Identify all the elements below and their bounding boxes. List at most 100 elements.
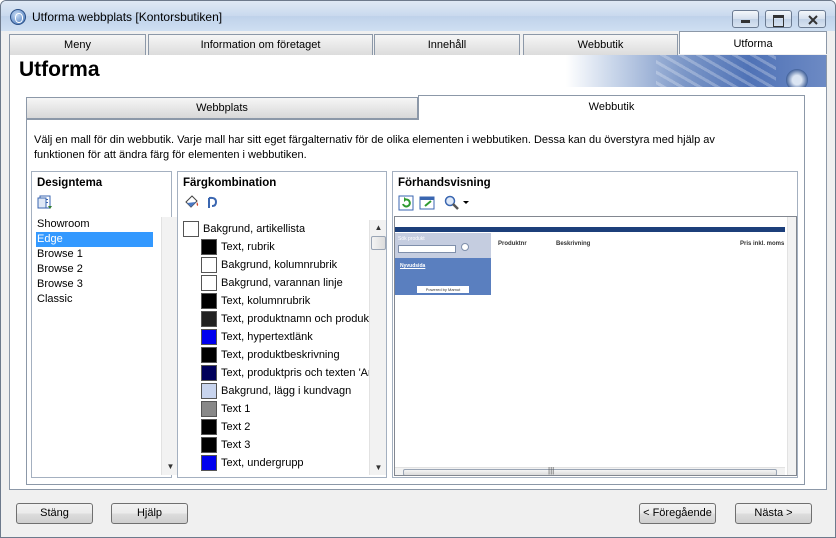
list-item[interactable]: Text, kolumnrubrik [182,292,386,310]
design-theme-title: Designtema [37,177,103,189]
help-button[interactable]: Hjälp [111,503,188,524]
color-label: Text, kolumnrubrik [221,295,311,307]
scroll-thumb[interactable] [371,236,386,250]
maximize-button[interactable] [765,10,792,28]
list-item[interactable]: Bakgrund, lägg i kundvagn [182,382,386,400]
close-icon [808,15,818,25]
color-scheme-list[interactable]: Bakgrund, artikellista Text, rubrik Bakg… [182,220,386,475]
open-in-browser-icon[interactable] [419,195,436,211]
list-item[interactable]: Text 3 [182,436,386,454]
color-label: Text 2 [221,421,251,433]
tab-utforma[interactable]: Utforma [679,31,827,54]
preview-col-3: Pris inkl. moms [740,241,785,247]
color-swatch[interactable] [201,347,217,363]
preview-search-icon [461,243,469,251]
preview-link: Nyvudsida [400,263,426,269]
color-scheme-title: Färgkombination [183,177,277,189]
main-tabs: Meny Information om företaget Innehåll W… [9,31,827,56]
color-swatch[interactable] [201,383,217,399]
list-item[interactable]: Text, produktnamn och produkt [182,310,386,328]
color-swatch[interactable] [201,275,217,291]
minimize-button[interactable] [732,10,759,28]
list-item-browse-1[interactable]: Browse 1 [36,247,174,262]
color-swatch[interactable] [201,437,217,453]
scroll-up-icon[interactable]: ▲ [371,220,386,235]
preview-group: Förhandsvisning Sök produkt Nyvudsida Po… [392,171,798,478]
close-window-button[interactable] [798,10,826,28]
maximize-icon [766,12,791,27]
scroll-down-icon[interactable]: ▼ [371,460,386,475]
tab-meny[interactable]: Meny [9,34,146,55]
list-item[interactable]: Text 1 [182,400,386,418]
scroll-grip: ||| [548,466,555,475]
list-item[interactable]: Text 2 [182,418,386,436]
color-swatch[interactable] [201,365,217,381]
color-label: Bakgrund, varannan linje [221,277,343,289]
list-item[interactable]: Text, undergrupp [182,454,386,472]
design-theme-list[interactable]: Showroom Edge Browse 1 Browse 2 Browse 3… [36,217,178,475]
color-swatch[interactable] [201,293,217,309]
list-item[interactable]: Bakgrund, kolumnrubrik [182,256,386,274]
color-label: Text, produktpris och texten 'Ar [221,367,369,379]
color-swatch[interactable] [201,329,217,345]
copy-template-icon[interactable] [37,195,54,211]
tab-webbutik[interactable]: Webbutik [523,34,678,55]
preview-vertical-scrollbar[interactable] [787,217,796,475]
color-list-scrollbar[interactable]: ▲ ▼ [369,220,386,475]
next-button[interactable]: Nästa > [735,503,812,524]
undo-icon[interactable] [204,194,221,210]
refresh-icon[interactable] [398,195,415,211]
description-text: Välj en mall för din webbutik. Varje mal… [34,134,715,161]
color-label: Text, produktnamn och produkt [221,313,369,325]
list-item[interactable]: Text, rubrik [182,238,386,256]
color-label: Text, rubrik [221,241,275,253]
color-label: Text 3 [221,439,251,451]
color-swatch[interactable] [201,419,217,435]
list-item-edge[interactable]: Edge [36,232,153,247]
main-window: Utforma webbplats [Kontorsbutiken] Meny … [0,0,836,538]
list-item-showroom[interactable]: Showroom [36,217,174,232]
preview-search-input [398,245,456,253]
tab-information[interactable]: Information om företaget [148,34,373,55]
color-swatch[interactable] [201,401,217,417]
color-label: Text, hypertextlänk [221,331,313,343]
list-item[interactable]: Bakgrund, varannan linje [182,274,386,292]
color-label: Text, undergrupp [221,457,304,469]
color-swatch[interactable] [201,239,217,255]
list-item-browse-3[interactable]: Browse 3 [36,277,174,292]
previous-button[interactable]: < Föregående [639,503,716,524]
app-logo-icon [10,9,26,25]
page-title: Utforma [19,58,100,81]
preview-horizontal-scrollbar[interactable]: ||| [395,466,785,475]
list-item[interactable]: Bakgrund, artikellista [182,220,386,238]
color-swatch[interactable] [201,455,217,471]
list-item[interactable]: Text, produktbeskrivning [182,346,386,364]
preview-frame[interactable]: Sök produkt Nyvudsida Powered by Mamut P… [394,216,797,476]
color-swatch[interactable] [201,311,217,327]
color-swatch[interactable] [183,221,199,237]
subtab-webbutik[interactable]: Webbutik [418,95,805,120]
close-button[interactable]: Stäng [16,503,93,524]
title-bar[interactable]: Utforma webbplats [Kontorsbutiken] [1,1,835,31]
color-label: Text 1 [221,403,251,415]
scroll-down-icon[interactable]: ▼ [163,459,178,474]
page-header: Utforma [9,55,827,87]
list-item-classic[interactable]: Classic [36,292,174,307]
color-label: Bakgrund, kolumnrubrik [221,259,338,271]
scroll-thumb[interactable]: ||| [403,466,777,475]
zoom-icon[interactable] [444,195,472,211]
subtab-webbplats[interactable]: Webbplats [26,97,418,119]
list-item[interactable]: Text, produktpris och texten 'Ar [182,364,386,382]
color-scheme-group: Färgkombination Bakgrund, artikellista T… [177,171,387,478]
design-list-scrollbar[interactable]: ▼ [161,217,178,475]
tab-innehall[interactable]: Innehåll [374,34,520,55]
list-item[interactable]: Text, hypertextlänk [182,328,386,346]
list-item-browse-2[interactable]: Browse 2 [36,262,174,277]
preview-col-2: Beskrivning [556,241,591,247]
color-swatch[interactable] [201,257,217,273]
preview-title: Förhandsvisning [398,177,491,189]
paint-bucket-icon[interactable] [183,194,200,210]
preview-search-label: Sök produkt [398,236,425,242]
preview-col-1: Produktnr [498,241,527,247]
header-banner-image [566,55,826,87]
